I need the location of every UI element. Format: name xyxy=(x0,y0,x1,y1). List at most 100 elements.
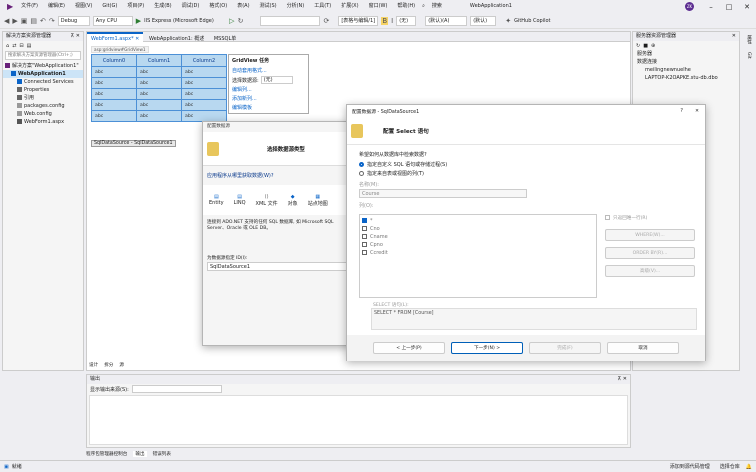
tab-source[interactable]: 源 xyxy=(119,362,124,368)
panel-close-icon[interactable]: ✕ xyxy=(732,32,736,41)
unique-rows-option[interactable]: 只返回唯一行(R) xyxy=(605,215,647,221)
column-item[interactable]: Cpno xyxy=(362,241,594,249)
radio-table-columns[interactable] xyxy=(359,171,364,176)
type-linq[interactable]: ▤ LINQ xyxy=(234,194,246,206)
column-checkbox[interactable] xyxy=(362,218,367,223)
menu-analyze[interactable]: 分析(N) xyxy=(282,0,310,13)
back-icon[interactable]: ◀ xyxy=(4,17,9,25)
block-format-select[interactable]: [表格与编辑/1] xyxy=(338,15,379,26)
tab-split[interactable]: 拆分 xyxy=(104,362,113,368)
menu-git[interactable]: Git(G) xyxy=(97,0,122,13)
pin-icon[interactable]: ⊼ ✕ xyxy=(71,32,80,41)
menu-build[interactable]: 生成(B) xyxy=(149,0,176,13)
side-tab-git[interactable]: Git xyxy=(746,52,751,59)
cancel-button[interactable]: 取消 xyxy=(607,342,679,354)
menu-view[interactable]: 视图(V) xyxy=(70,0,97,13)
option-table-columns[interactable]: 指定来自表或视图的列(T) xyxy=(359,170,693,177)
column-item[interactable]: Cname xyxy=(362,233,594,241)
show-all-icon[interactable]: ▤ xyxy=(27,43,32,49)
output-source-select[interactable] xyxy=(131,385,222,393)
auto-format-link[interactable]: 自动套用格式... xyxy=(232,67,305,74)
close-icon[interactable]: ✕ xyxy=(738,3,756,11)
column-checkbox[interactable] xyxy=(362,242,367,247)
menu-help[interactable]: 帮助(H) xyxy=(392,0,420,13)
italic-icon[interactable]: I xyxy=(391,17,393,25)
menu-table[interactable]: 表(A) xyxy=(232,0,254,13)
search-icon[interactable]: ⌕ xyxy=(420,0,427,13)
column-item[interactable]: Cno xyxy=(362,225,594,233)
tab-package-console[interactable]: 程序包管理器控制台 xyxy=(86,451,127,457)
avatar[interactable]: ZK xyxy=(685,2,694,11)
tree-item[interactable]: WebApplication1 xyxy=(3,70,83,78)
refresh-icon[interactable]: ↻ xyxy=(238,17,244,25)
bold-icon[interactable]: B xyxy=(381,16,389,25)
menu-test[interactable]: 测试(S) xyxy=(255,0,282,13)
where-button[interactable]: WHERE(W)... xyxy=(605,229,695,241)
server-tree-item[interactable]: meilingnewnuelhe xyxy=(633,66,739,74)
edit-columns-link[interactable]: 编辑列... xyxy=(232,86,305,93)
column-checkbox[interactable] xyxy=(362,234,367,239)
output-close-icon[interactable]: ⊼ ✕ xyxy=(618,375,627,384)
zoom-select[interactable]: (无) xyxy=(396,15,417,26)
prev-button[interactable]: < 上一步(P) xyxy=(373,342,445,354)
target-select[interactable] xyxy=(260,15,321,26)
menu-format[interactable]: 格式(O) xyxy=(204,0,232,13)
stop-icon[interactable]: ■ xyxy=(643,43,648,49)
menu-edit[interactable]: 编辑(E) xyxy=(43,0,70,13)
forward-icon[interactable]: ▶ xyxy=(12,17,17,25)
minimize-icon[interactable]: – xyxy=(702,3,720,11)
font-size-select[interactable]: (默认) xyxy=(470,15,497,26)
style-select[interactable]: (默认)(A) xyxy=(425,15,468,26)
type-object[interactable]: ◆ 对象 xyxy=(288,194,298,207)
sync-icon[interactable]: ⟳ xyxy=(323,17,329,25)
run-without-debug-icon[interactable]: ▷ xyxy=(229,17,234,25)
select-statement-box[interactable]: SELECT * FROM [Course] xyxy=(371,308,697,330)
type-xml[interactable]: ⟨⟩ XML 文件 xyxy=(256,194,278,207)
datasource-id-input[interactable]: SqlDataSource1 xyxy=(207,262,347,271)
column-list[interactable]: * Cno Cname Cpno Ccredit xyxy=(359,214,597,298)
refresh-icon[interactable]: ↻ xyxy=(636,43,640,49)
tree-item[interactable]: Properties xyxy=(3,86,83,94)
menu-tools[interactable]: 工具(T) xyxy=(309,0,336,13)
server-tree-item[interactable]: LAPTOP-K2OAPKE.stu-db.dbo xyxy=(633,74,739,82)
config-select[interactable]: Debug xyxy=(57,15,90,26)
next-button[interactable]: 下一步(N) > xyxy=(451,342,523,354)
menu-window[interactable]: 窗口(W) xyxy=(364,0,393,13)
maximize-icon[interactable]: □ xyxy=(720,3,738,11)
column-checkbox[interactable] xyxy=(362,250,367,255)
copilot-label[interactable]: GitHub Copilot xyxy=(514,18,550,24)
type-sitemap[interactable]: ▦ 站点地图 xyxy=(308,194,328,207)
option-custom-sql[interactable]: 指定自定义 SQL 语句或存储过程(S) xyxy=(359,161,693,168)
tree-item[interactable]: 引用 xyxy=(3,94,83,102)
tree-item[interactable]: Connected Services xyxy=(3,78,83,86)
repo-select-button[interactable]: 选择仓库 xyxy=(720,463,740,470)
gridview[interactable]: Column0 Column1 Column2 abc abc abc abc abc a… xyxy=(91,54,227,122)
tree-item[interactable]: Web.config xyxy=(3,110,83,118)
tab-error-list[interactable]: 错误列表 xyxy=(153,451,171,457)
run-target[interactable]: IIS Express (Microsoft Edge) xyxy=(144,18,226,24)
collapse-icon[interactable]: ⊟ xyxy=(19,43,23,49)
save-icon[interactable]: ▤ xyxy=(30,17,37,25)
run-icon[interactable]: ▶ xyxy=(136,17,141,25)
table-name-select[interactable]: Course xyxy=(359,189,527,198)
tab-design[interactable]: 设计 xyxy=(89,362,98,368)
source-control-button[interactable]: 添加到源代码管理 xyxy=(670,463,710,470)
column-item[interactable]: * xyxy=(362,217,594,225)
home-icon[interactable]: ⌂ xyxy=(6,43,9,49)
tree-item[interactable]: 解决方案"WebApplication1" xyxy=(3,62,83,70)
edit-templates-link[interactable]: 编辑模板 xyxy=(232,104,305,111)
server-tree-item[interactable]: 数据连接 xyxy=(633,58,739,66)
undo-icon[interactable]: ↶ xyxy=(40,17,46,25)
sync-view-icon[interactable]: ⇄ xyxy=(12,43,16,49)
platform-select[interactable]: Any CPU xyxy=(92,15,133,26)
copilot-icon[interactable]: ✦ xyxy=(505,17,511,25)
help-icon[interactable]: ? xyxy=(680,109,683,114)
tab-overview[interactable]: WebApplication1: 概述 xyxy=(145,34,208,44)
solution-search-input[interactable]: 搜索解决方案资源管理器(Ctrl+;) xyxy=(5,51,81,60)
column-checkbox[interactable] xyxy=(362,226,367,231)
orderby-button[interactable]: ORDER BY(R)... xyxy=(605,247,695,259)
datasource-control[interactable]: SqlDataSource - SqlDataSource1 xyxy=(91,140,176,147)
output-text[interactable] xyxy=(89,395,628,445)
menu-debug[interactable]: 调试(D) xyxy=(177,0,205,13)
search-label[interactable]: 搜索 xyxy=(427,0,447,13)
